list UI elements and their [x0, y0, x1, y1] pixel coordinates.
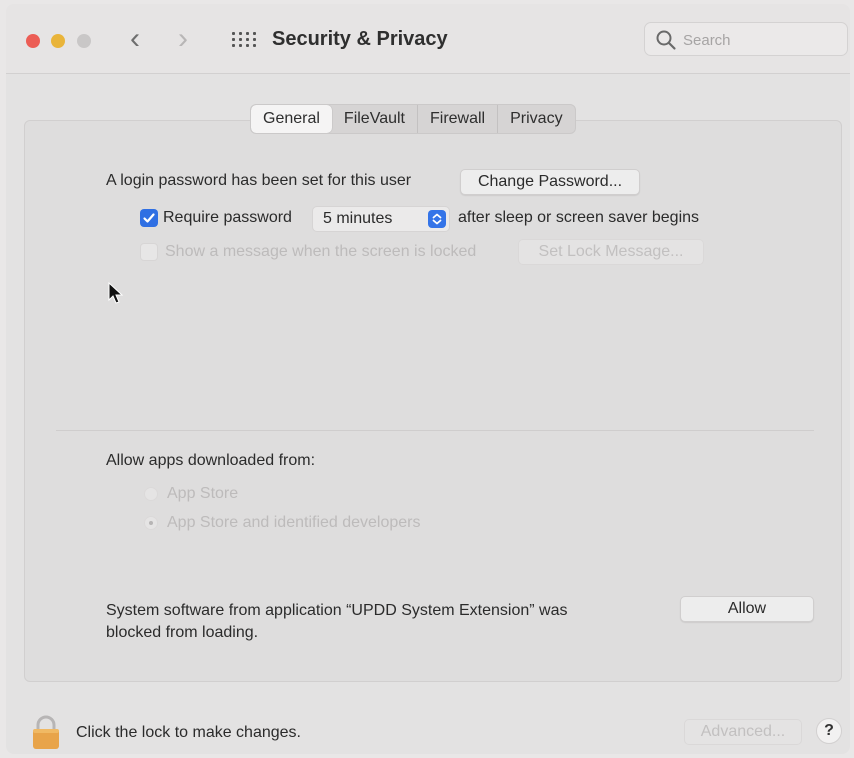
search-icon: [656, 30, 676, 50]
radio-app-store[interactable]: [144, 487, 158, 501]
window-title: Security & Privacy: [272, 28, 448, 50]
require-password-label: Require password: [163, 209, 292, 226]
section-divider: [56, 430, 814, 431]
allow-button[interactable]: Allow: [680, 596, 814, 622]
mouse-pointer-icon: [108, 282, 124, 304]
show-message-label: Show a message when the screen is locked: [165, 243, 477, 260]
require-password-suffix: after sleep or screen saver begins: [458, 209, 700, 226]
minimize-window-button[interactable]: [51, 34, 65, 48]
show-all-grid-icon[interactable]: [232, 32, 256, 50]
tab-bar: General FileVault Firewall Privacy: [250, 104, 576, 134]
tab-privacy[interactable]: Privacy: [498, 105, 574, 133]
chevron-left-icon[interactable]: ‹: [130, 24, 140, 54]
security-privacy-window: ‹ › Security & Privacy General FileVault…: [6, 4, 850, 754]
change-password-button[interactable]: Change Password...: [460, 169, 640, 195]
blocked-message-line-1: System software from application “UPDD S…: [106, 602, 568, 619]
select-value: 5 minutes: [323, 210, 393, 227]
tab-general[interactable]: General: [251, 105, 332, 133]
show-message-checkbox[interactable]: [140, 243, 158, 261]
blocked-extension-message: System software from application “UPDD S…: [106, 600, 646, 644]
search-field[interactable]: [644, 22, 848, 56]
help-button[interactable]: ?: [816, 718, 842, 744]
require-password-checkbox[interactable]: [140, 209, 158, 227]
radio-identified-developers-label: App Store and identified developers: [167, 514, 421, 531]
radio-identified-developers[interactable]: [144, 516, 158, 530]
tab-filevault[interactable]: FileVault: [332, 105, 418, 133]
chevron-updown-icon: [428, 210, 446, 228]
zoom-window-button[interactable]: [77, 34, 91, 48]
tab-firewall[interactable]: Firewall: [418, 105, 499, 133]
require-password-select[interactable]: 5 minutes: [312, 206, 450, 232]
close-window-button[interactable]: [26, 34, 40, 48]
search-input[interactable]: [683, 29, 833, 51]
blocked-message-line-2: blocked from loading.: [106, 624, 259, 641]
allow-apps-heading: Allow apps downloaded from:: [106, 452, 316, 469]
advanced-button[interactable]: Advanced...: [684, 719, 802, 745]
chevron-right-icon[interactable]: ›: [178, 24, 188, 54]
lock-icon[interactable]: [30, 714, 62, 750]
lock-instruction-text: Click the lock to make changes.: [76, 724, 301, 741]
title-bar: ‹ › Security & Privacy: [6, 4, 850, 74]
checkmark-icon: [143, 213, 155, 223]
radio-app-store-label: App Store: [167, 485, 239, 502]
login-password-text: A login password has been set for this u…: [106, 172, 412, 189]
set-lock-message-button[interactable]: Set Lock Message...: [518, 239, 704, 265]
